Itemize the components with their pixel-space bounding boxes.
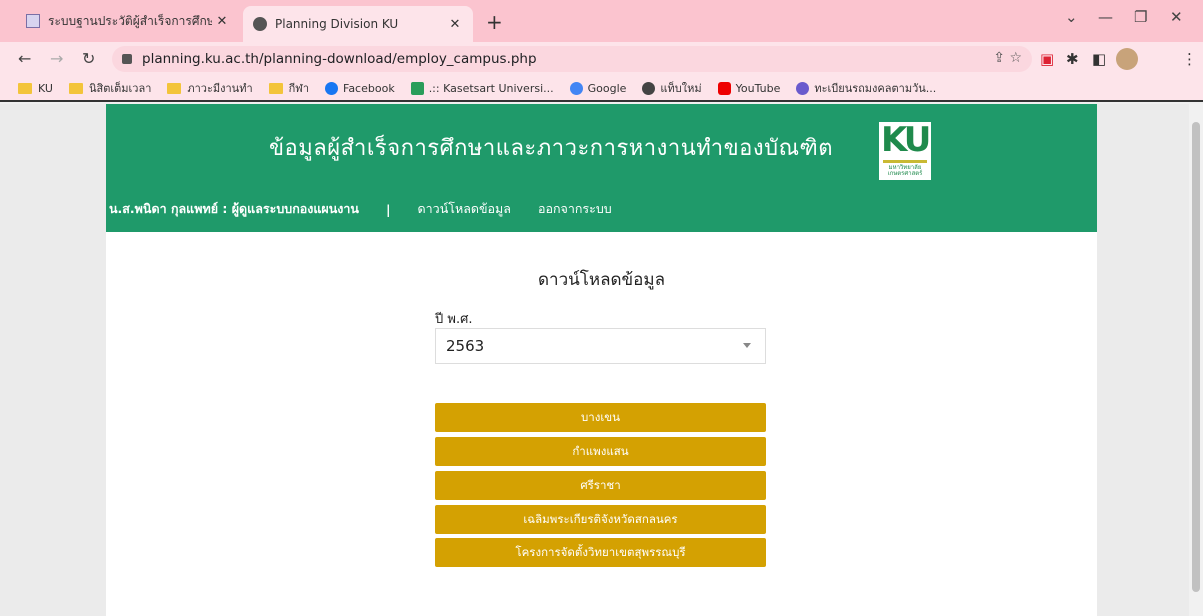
puzzle-icon[interactable]: ✱ — [1066, 50, 1079, 68]
minimize-button[interactable]: — — [1098, 8, 1113, 26]
facebook-icon — [325, 81, 338, 95]
browser-tab-active[interactable]: Planning Division KU ✕ — [243, 6, 473, 42]
youtube-icon — [717, 81, 731, 95]
menu-icon[interactable]: ⋮ — [1182, 50, 1197, 68]
site-header: ข้อมูลผู้สำเร็จการศึกษาและภาวะการหางานทำ… — [106, 104, 1097, 186]
nav-separator: | — [385, 201, 391, 217]
folder-icon — [18, 82, 32, 94]
download-link[interactable]: ดาวน์โหลดข้อมูล — [418, 199, 511, 219]
ku-logo: KU มหาวิทยาลัยเกษตรศาสตร์ — [879, 120, 931, 180]
browser-tabstrip: ระบบฐานประวัติผู้สำเร็จการศึกษาและภ ✕ Pl… — [0, 0, 1203, 42]
browser-toolbar: ← → ↻ planning.ku.ac.th/planning-downloa… — [0, 42, 1203, 76]
bookmark-item[interactable]: นิสิตเต็มเวลา — [68, 79, 151, 97]
browser-tab[interactable]: ระบบฐานประวัติผู้สำเร็จการศึกษาและภ ✕ — [18, 6, 240, 36]
campus-button-sriracha[interactable]: ศรีราชา — [435, 471, 766, 500]
bookmark-item[interactable]: .:: Kasetsart Universi... — [410, 81, 554, 95]
scrollbar-thumb[interactable] — [1192, 122, 1200, 592]
page-title: ดาวน์โหลดข้อมูล — [537, 270, 665, 290]
site-navbar: น.ส.พนิดา กุลแพทย์ : ผู้ดูแลระบบกองแผนงา… — [106, 186, 1097, 232]
folder-icon — [167, 82, 182, 94]
tab-title: Planning Division KU — [275, 17, 399, 31]
back-icon[interactable]: ← — [18, 49, 31, 68]
bookmark-item[interactable]: กีฬา — [268, 79, 309, 97]
lock-icon — [122, 54, 132, 64]
google-icon — [569, 81, 583, 95]
site-icon — [796, 81, 810, 95]
campus-button-sakonnakhon[interactable]: เฉลิมพระเกียรติจังหวัดสกลนคร — [435, 505, 766, 534]
globe-icon — [642, 81, 656, 95]
year-select[interactable]: 2563 — [435, 328, 766, 364]
logout-link[interactable]: ออกจากระบบ — [538, 199, 612, 219]
campus-button-bangkhen[interactable]: บางเขน — [435, 403, 766, 432]
close-tab-icon[interactable]: ✕ — [445, 17, 465, 32]
globe-icon — [253, 17, 267, 31]
reload-icon[interactable]: ↻ — [82, 49, 95, 68]
chevron-down-icon — [743, 343, 751, 348]
bookmark-item[interactable]: KU — [18, 82, 53, 95]
close-tab-icon[interactable]: ✕ — [212, 14, 232, 29]
bookmark-item[interactable]: ภาวะมีงานทำ — [167, 79, 253, 97]
tab-search-icon[interactable]: ⌄ — [1065, 8, 1078, 26]
year-value: 2563 — [446, 337, 485, 355]
forward-icon[interactable]: → — [50, 49, 63, 68]
campus-button-kamphaengsaen[interactable]: กำแพงแสน — [435, 437, 766, 466]
address-bar[interactable]: planning.ku.ac.th/planning-download/empl… — [112, 46, 1032, 72]
campus-button-suphanburi[interactable]: โครงการจัดตั้งวิทยาเขตสุพรรณบุรี — [435, 538, 766, 567]
site-title: ข้อมูลผู้สำเร็จการศึกษาและภาวะการหางานทำ… — [269, 136, 834, 161]
extension-icon[interactable]: ▣ — [1040, 50, 1054, 68]
url-text: planning.ku.ac.th/planning-download/empl… — [142, 51, 537, 67]
new-tab-button[interactable]: + — [486, 10, 503, 34]
page-scrollbar[interactable] — [1189, 104, 1203, 616]
share-bookmark-icons[interactable]: ⇪ ☆ — [993, 50, 1022, 66]
page-viewport: ข้อมูลผู้สำเร็จการศึกษาและภาวะการหางานทำ… — [0, 104, 1203, 616]
page-icon — [26, 14, 40, 28]
folder-icon — [68, 82, 83, 94]
close-window-button[interactable]: ✕ — [1170, 8, 1183, 26]
sidepanel-icon[interactable]: ◧ — [1092, 50, 1106, 68]
restore-button[interactable]: ❐ — [1134, 8, 1147, 26]
bookmark-item[interactable]: Facebook — [325, 81, 395, 95]
bookmark-item[interactable]: แท็บใหม่ — [642, 79, 702, 97]
year-label: ปี พ.ศ. — [435, 312, 473, 327]
user-info: น.ส.พนิดา กุลแพทย์ : ผู้ดูแลระบบกองแผนงา… — [109, 201, 359, 216]
ku-icon — [410, 81, 424, 95]
tab-title: ระบบฐานประวัติผู้สำเร็จการศึกษาและภ — [48, 13, 212, 28]
bookmark-item[interactable]: YouTube — [717, 81, 780, 95]
avatar[interactable] — [1116, 48, 1138, 70]
bookmarks-bar: KU นิสิตเต็มเวลา ภาวะมีงานทำ กีฬา Facebo… — [0, 76, 1203, 102]
bookmark-item[interactable]: ทะเบียนรถมงคลตามวัน... — [796, 79, 936, 97]
folder-icon — [268, 82, 283, 94]
bookmark-item[interactable]: Google — [569, 81, 626, 95]
page-container: ข้อมูลผู้สำเร็จการศึกษาและภาวะการหางานทำ… — [106, 104, 1097, 616]
